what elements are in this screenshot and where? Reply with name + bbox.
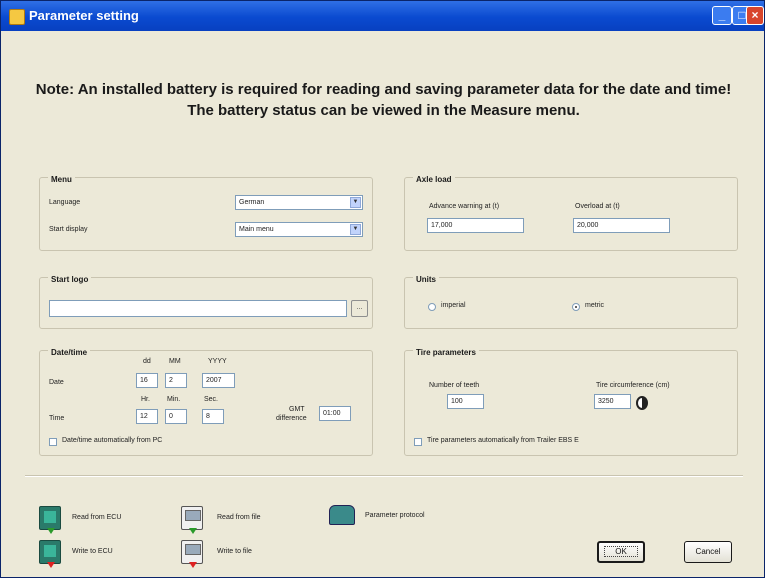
browse-button[interactable]: ...: [351, 300, 368, 317]
start-display-label: Start display: [49, 226, 88, 233]
language-label: Language: [49, 199, 81, 206]
advance-warning-input[interactable]: 17,000: [427, 218, 524, 233]
start-logo-input[interactable]: [49, 300, 347, 317]
language-select[interactable]: German ▼: [235, 195, 363, 210]
menu-group: Menu Language German ▼ Start display Mai…: [39, 175, 373, 251]
tire-title: Tire parameters: [413, 348, 479, 357]
year-header: YYYY: [208, 358, 227, 365]
write-to-ecu-button[interactable]: Write to ECU: [72, 548, 113, 555]
file-write-icon[interactable]: [181, 540, 203, 568]
ecu-read-icon[interactable]: [39, 506, 61, 534]
imperial-label[interactable]: imperial: [441, 302, 466, 309]
ok-label: OK: [604, 546, 638, 557]
advance-warning-label: Advance warning at (t): [429, 203, 500, 210]
units-group: Units imperial metric: [404, 275, 738, 329]
circumference-input[interactable]: 3250: [594, 394, 631, 409]
parameter-setting-window: Parameter setting _ □ × Note: An install…: [0, 0, 765, 578]
start-logo-group: Start logo ...: [39, 275, 373, 329]
minute-input[interactable]: 0: [165, 409, 187, 424]
datetime-auto-label[interactable]: Date/time automatically from PC: [62, 437, 162, 444]
parameter-protocol-button[interactable]: Parameter protocol: [365, 512, 425, 519]
minute-header: Min.: [167, 396, 181, 403]
time-label: Time: [49, 415, 65, 422]
date-label: Date: [49, 379, 64, 386]
day-header: dd: [143, 358, 151, 365]
month-input[interactable]: 2: [165, 373, 187, 388]
axle-load-title: Axle load: [413, 175, 455, 184]
datetime-title: Date/time: [48, 348, 91, 357]
overload-label: Overload at (t): [575, 203, 620, 210]
second-input[interactable]: 8: [202, 409, 224, 424]
month-header: MM: [169, 358, 181, 365]
units-title: Units: [413, 275, 439, 284]
metric-radio[interactable]: [572, 303, 580, 311]
read-from-file-button[interactable]: Read from file: [217, 514, 261, 521]
menu-group-title: Menu: [48, 175, 75, 184]
gmt-difference-label: difference: [276, 415, 307, 422]
minimize-button[interactable]: _: [712, 6, 732, 25]
hour-header: Hr.: [141, 396, 150, 403]
year-input[interactable]: 2007: [202, 373, 235, 388]
ok-button[interactable]: OK: [597, 541, 645, 563]
day-input[interactable]: 16: [136, 373, 158, 388]
cancel-button[interactable]: Cancel: [684, 541, 732, 563]
chevron-down-icon[interactable]: ▼: [350, 197, 361, 208]
datetime-group: Date/time dd MM YYYY Date 16 2 2007 Hr. …: [39, 348, 373, 456]
datetime-auto-checkbox[interactable]: [49, 438, 57, 446]
title-bar[interactable]: Parameter setting _ □ ×: [1, 1, 764, 31]
printer-icon[interactable]: [329, 505, 355, 525]
battery-note: Note: An installed battery is required f…: [35, 81, 732, 119]
imperial-radio[interactable]: [428, 303, 436, 311]
hour-input[interactable]: 12: [136, 409, 158, 424]
circumference-label: Tire circumference (cm): [596, 382, 670, 389]
teeth-label: Number of teeth: [429, 382, 480, 389]
start-display-select[interactable]: Main menu ▼: [235, 222, 363, 237]
ecu-write-icon[interactable]: [39, 540, 61, 568]
start-display-value: Main menu: [239, 226, 274, 233]
language-value: German: [239, 199, 265, 206]
file-read-icon[interactable]: [181, 506, 203, 534]
axle-load-group: Axle load Advance warning at (t) 17,000 …: [404, 175, 738, 251]
close-button[interactable]: ×: [746, 6, 764, 25]
tire-group: Tire parameters Number of teeth 100 Tire…: [404, 348, 738, 456]
gmt-input[interactable]: 01:00: [319, 406, 351, 421]
second-header: Sec.: [204, 396, 219, 403]
window-title: Parameter setting: [29, 8, 139, 23]
overload-input[interactable]: 20,000: [573, 218, 670, 233]
app-icon: [9, 9, 25, 25]
write-to-file-button[interactable]: Write to file: [217, 548, 252, 555]
tire-auto-label[interactable]: Tire parameters automatically from Trail…: [427, 437, 579, 444]
tire-auto-checkbox[interactable]: [414, 438, 422, 446]
tire-icon[interactable]: [636, 396, 648, 410]
divider: [25, 475, 743, 477]
teeth-input[interactable]: 100: [447, 394, 484, 409]
read-from-ecu-button[interactable]: Read from ECU: [72, 514, 121, 521]
metric-label[interactable]: metric: [585, 302, 604, 309]
start-logo-title: Start logo: [48, 275, 92, 284]
gmt-label: GMT: [289, 406, 305, 413]
chevron-down-icon[interactable]: ▼: [350, 224, 361, 235]
